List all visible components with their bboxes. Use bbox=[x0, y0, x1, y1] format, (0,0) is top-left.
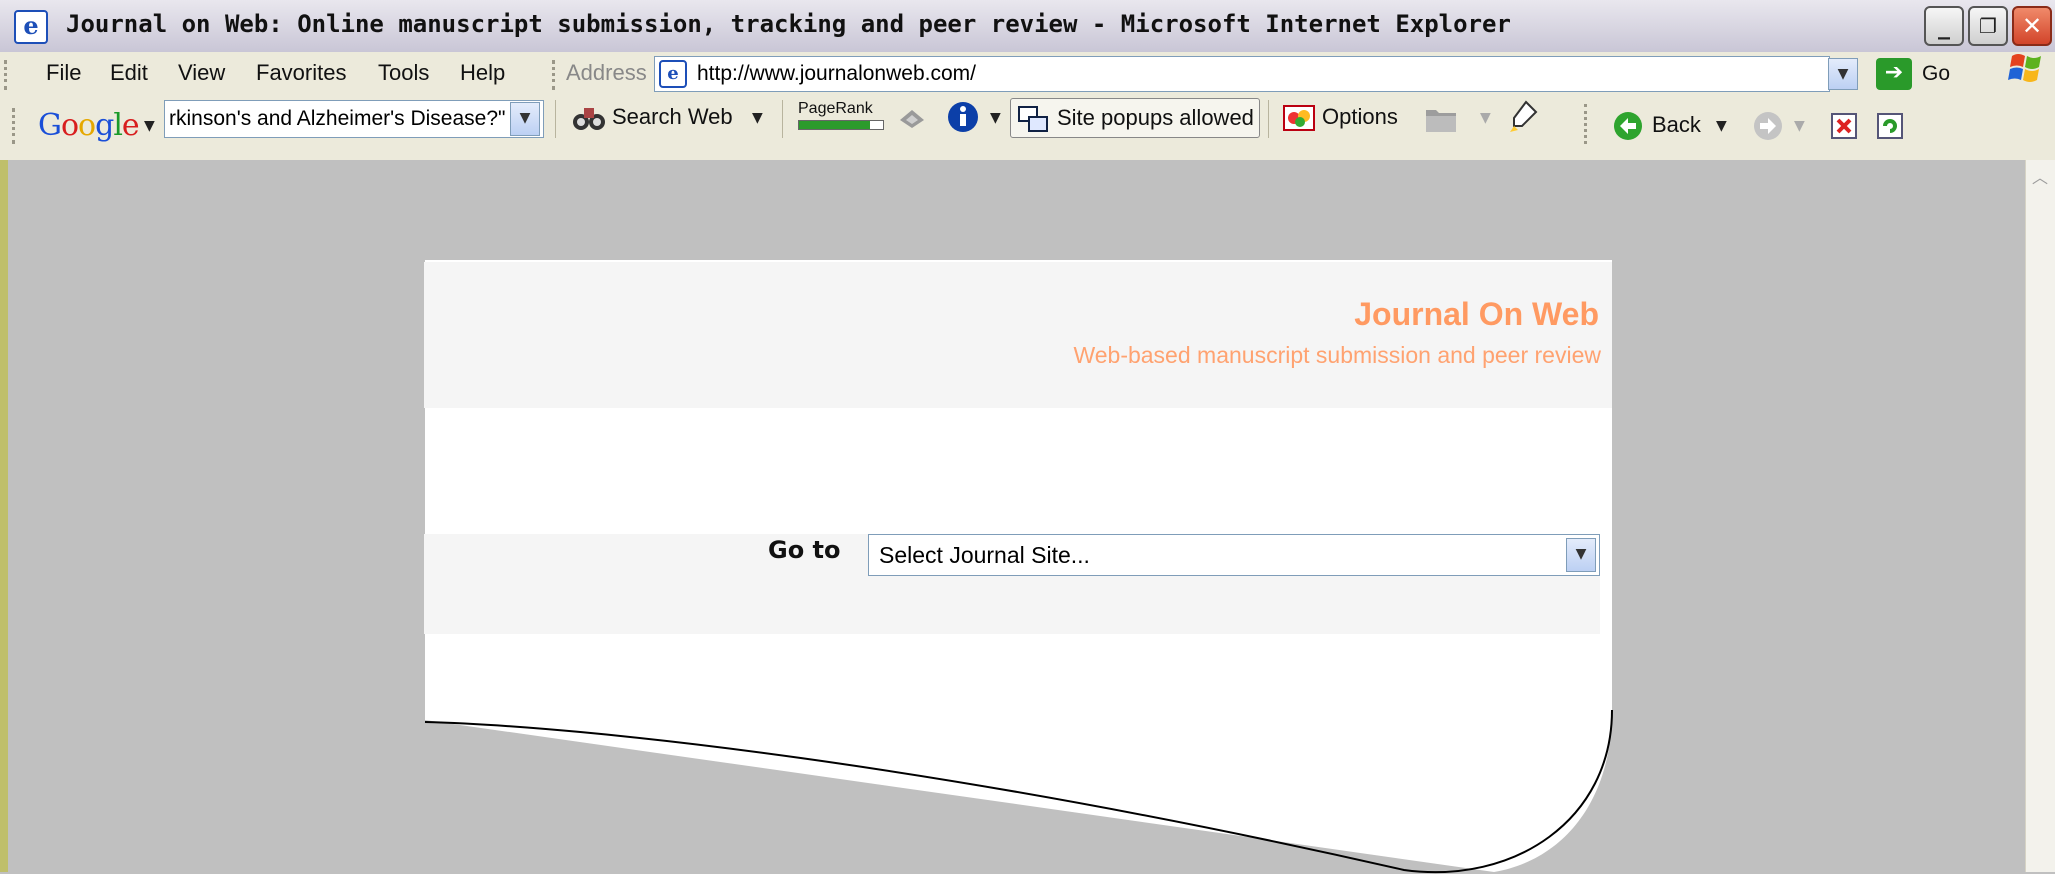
toolbar-grip[interactable] bbox=[1584, 104, 1590, 144]
journal-select-value[interactable]: Select Journal Site... bbox=[879, 542, 1090, 569]
site-subtitle: Web-based manuscript submission and peer… bbox=[1073, 342, 1601, 368]
windows-logo-icon bbox=[2008, 54, 2041, 82]
separator bbox=[555, 100, 556, 138]
binoculars-icon[interactable] bbox=[572, 102, 606, 134]
separator bbox=[1268, 100, 1269, 138]
site-header bbox=[424, 262, 1612, 408]
journal-site-select[interactable]: Select Journal Site... bbox=[868, 534, 1600, 576]
google-search-input[interactable]: rkinson's and Alzheimer's Disease?" bbox=[164, 100, 544, 138]
popup-window-icon bbox=[1018, 106, 1048, 132]
vertical-scrollbar[interactable] bbox=[2025, 160, 2055, 872]
stop-icon[interactable] bbox=[1830, 112, 1858, 140]
google-search-text[interactable]: rkinson's and Alzheimer's Disease?" bbox=[169, 107, 505, 131]
search-history-dropdown-button[interactable]: ▼ bbox=[510, 102, 540, 136]
menu-tools[interactable]: Tools bbox=[378, 60, 429, 86]
window-title-bar: e Journal on Web: Online manuscript subm… bbox=[0, 0, 2055, 53]
close-button[interactable]: ✕ bbox=[2012, 6, 2052, 46]
forward-chevron-icon[interactable]: ▼ bbox=[1794, 118, 1805, 134]
menu-bar: File Edit View Favorites Tools Help Addr… bbox=[0, 52, 2055, 99]
minimize-button[interactable]: _ bbox=[1924, 6, 1964, 46]
address-label: Address bbox=[566, 60, 647, 85]
info-icon[interactable] bbox=[946, 100, 980, 134]
separator bbox=[782, 100, 783, 138]
pagerank-fill bbox=[799, 121, 871, 129]
options-button[interactable]: Options bbox=[1322, 104, 1398, 130]
highlighter-icon[interactable] bbox=[1508, 100, 1538, 134]
address-url[interactable]: http://www.journalonweb.com/ bbox=[697, 62, 976, 86]
window-left-edge bbox=[0, 160, 8, 872]
pagerank-bar[interactable] bbox=[798, 120, 884, 130]
ie-icon[interactable]: e bbox=[14, 10, 48, 44]
popup-status-label: Site popups allowed bbox=[1057, 105, 1254, 130]
options-icon[interactable] bbox=[1282, 102, 1316, 134]
forward-arrow-icon[interactable] bbox=[1752, 110, 1784, 142]
address-dropdown-button[interactable]: ▼ bbox=[1828, 58, 1858, 90]
menu-favorites[interactable]: Favorites bbox=[256, 60, 346, 86]
search-web-chevron-icon[interactable]: ▼ bbox=[752, 110, 763, 126]
back-chevron-icon[interactable]: ▼ bbox=[1716, 118, 1727, 134]
back-button[interactable]: Back bbox=[1652, 112, 1701, 138]
google-menu-chevron-icon[interactable]: ▼ bbox=[144, 118, 155, 134]
related-pages-icon[interactable] bbox=[896, 104, 928, 134]
google-logo[interactable]: Google bbox=[38, 108, 140, 143]
popup-blocker-button[interactable]: Site popups allowed bbox=[1010, 98, 1260, 138]
menu-help[interactable]: Help bbox=[460, 60, 505, 86]
menu-file[interactable]: File bbox=[46, 60, 81, 86]
back-arrow-icon[interactable] bbox=[1612, 110, 1644, 142]
page-icon: e bbox=[659, 60, 687, 88]
menu-edit[interactable]: Edit bbox=[110, 60, 148, 86]
goto-label: Go to bbox=[768, 536, 841, 564]
go-button[interactable]: Go bbox=[1922, 62, 1950, 86]
toolbar-grip[interactable] bbox=[552, 60, 558, 90]
pagerank-label[interactable]: PageRank bbox=[798, 100, 873, 118]
toolbar-grip[interactable] bbox=[12, 108, 18, 144]
window-title: Journal on Web: Online manuscript submis… bbox=[66, 10, 1511, 38]
go-arrow-icon[interactable]: ➔ bbox=[1876, 58, 1912, 90]
site-title[interactable]: Journal On Web bbox=[1354, 296, 1599, 333]
address-field[interactable]: e http://www.journalonweb.com/ bbox=[654, 56, 1830, 92]
folder-icon[interactable] bbox=[1424, 104, 1458, 134]
search-web-button[interactable]: Search Web bbox=[612, 104, 733, 130]
toolbar-grip[interactable] bbox=[4, 60, 10, 90]
journal-select-chevron-down-icon[interactable]: ▼ bbox=[1566, 538, 1596, 572]
refresh-icon[interactable] bbox=[1876, 112, 1904, 140]
menu-view[interactable]: View bbox=[178, 60, 225, 86]
folder-chevron-icon[interactable]: ▼ bbox=[1480, 110, 1491, 126]
restore-button[interactable]: ❐ bbox=[1968, 6, 2008, 46]
scroll-up-arrow-icon[interactable]: ︿ bbox=[2028, 164, 2052, 188]
info-chevron-icon[interactable]: ▼ bbox=[990, 110, 1001, 126]
